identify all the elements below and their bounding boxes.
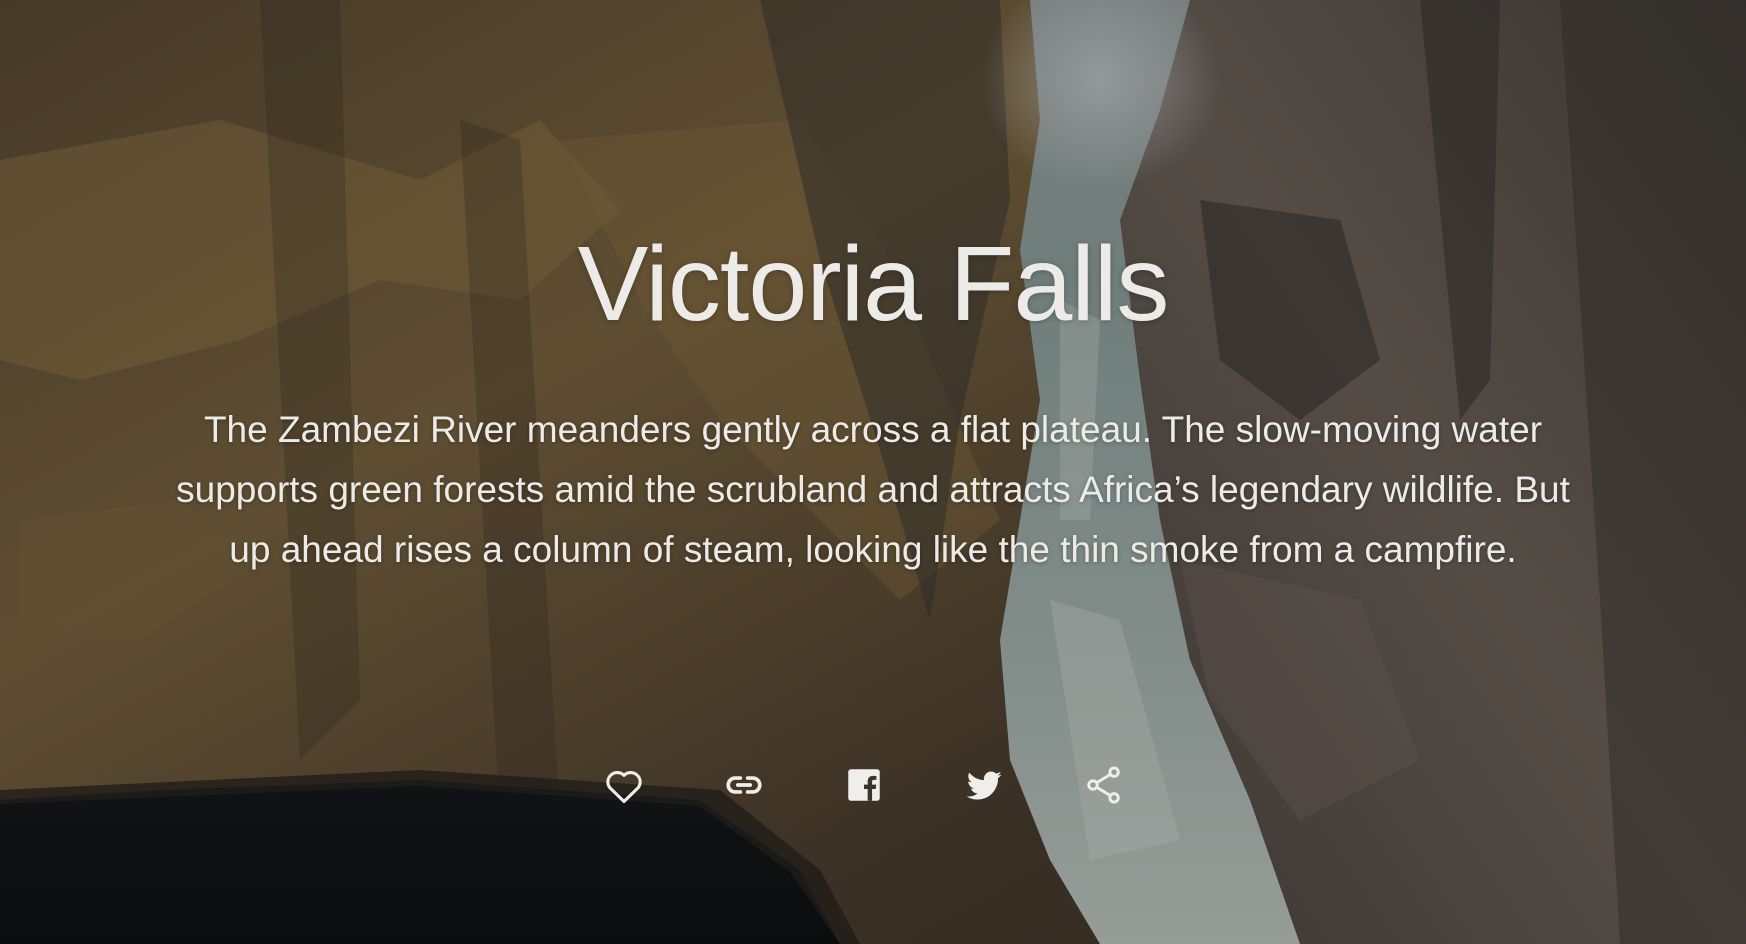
copy-link-button[interactable]: [714, 755, 774, 815]
story-hero: Victoria Falls The Zambezi River meander…: [0, 0, 1746, 944]
link-icon: [722, 763, 766, 807]
twitter-share-button[interactable]: [954, 755, 1014, 815]
facebook-share-button[interactable]: [834, 755, 894, 815]
facebook-icon: [843, 764, 885, 806]
heart-outline-icon: [601, 762, 647, 808]
story-title: Victoria Falls: [577, 225, 1170, 343]
like-button[interactable]: [594, 755, 654, 815]
story-description: The Zambezi River meanders gently across…: [176, 409, 1570, 570]
share-button[interactable]: [1074, 755, 1134, 815]
share-icon: [1082, 763, 1126, 807]
action-bar: [0, 755, 1746, 815]
twitter-icon: [963, 764, 1005, 806]
